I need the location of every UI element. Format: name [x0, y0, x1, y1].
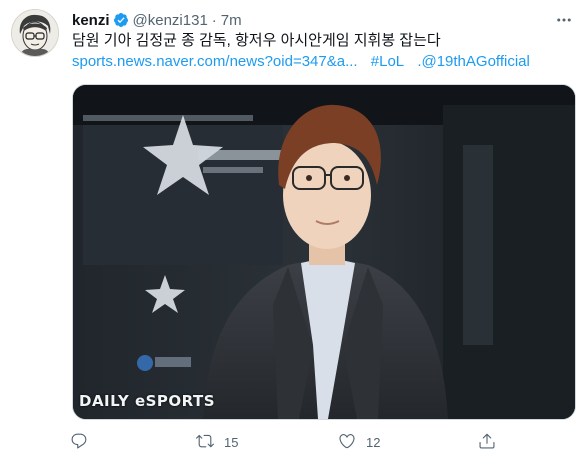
tweet-text: 담원 기아 김정균 종 감독, 항저우 아시안게임 지휘봉 잡는다 — [72, 32, 441, 49]
share-button[interactable] — [478, 430, 496, 454]
header-separator: · — [211, 11, 217, 29]
more-horizontal-icon[interactable] — [552, 10, 576, 30]
hashtag-link[interactable]: #LoL — [371, 53, 404, 70]
like-button[interactable]: 12 — [338, 430, 380, 454]
photo-illustration — [73, 85, 575, 419]
tweet-card[interactable]: kenzi @kenzi131 · 7m 담원 기아 김정균 종 감독, 항저우… — [0, 0, 588, 459]
author-handle[interactable]: @kenzi131 — [133, 12, 208, 29]
tweet-photo[interactable]: DAILY eSPORTS — [72, 84, 576, 420]
tweet-actions: 15 12 — [70, 430, 510, 454]
news-link[interactable]: sports.news.naver.com/news?oid=347&a... — [72, 53, 358, 70]
avatar[interactable] — [11, 9, 59, 57]
heart-icon — [338, 432, 356, 453]
retweet-button[interactable]: 15 — [196, 430, 238, 454]
tweet-header: kenzi @kenzi131 · 7m — [72, 10, 242, 30]
photo-watermark: DAILY eSPORTS — [79, 392, 216, 410]
retweet-icon — [196, 432, 214, 453]
like-count: 12 — [366, 434, 381, 450]
tweet-timestamp[interactable]: 7m — [221, 12, 242, 29]
verified-badge-icon — [113, 12, 129, 28]
avatar-illustration — [12, 10, 58, 56]
tweet-links: sports.news.naver.com/news?oid=347&a... … — [72, 51, 539, 72]
reply-icon — [70, 432, 88, 453]
reply-button[interactable] — [70, 430, 98, 454]
share-icon — [478, 432, 496, 453]
retweet-count: 15 — [224, 434, 239, 450]
mention-link[interactable]: .@19thAGofficial — [417, 53, 530, 70]
author-name[interactable]: kenzi — [72, 12, 110, 29]
